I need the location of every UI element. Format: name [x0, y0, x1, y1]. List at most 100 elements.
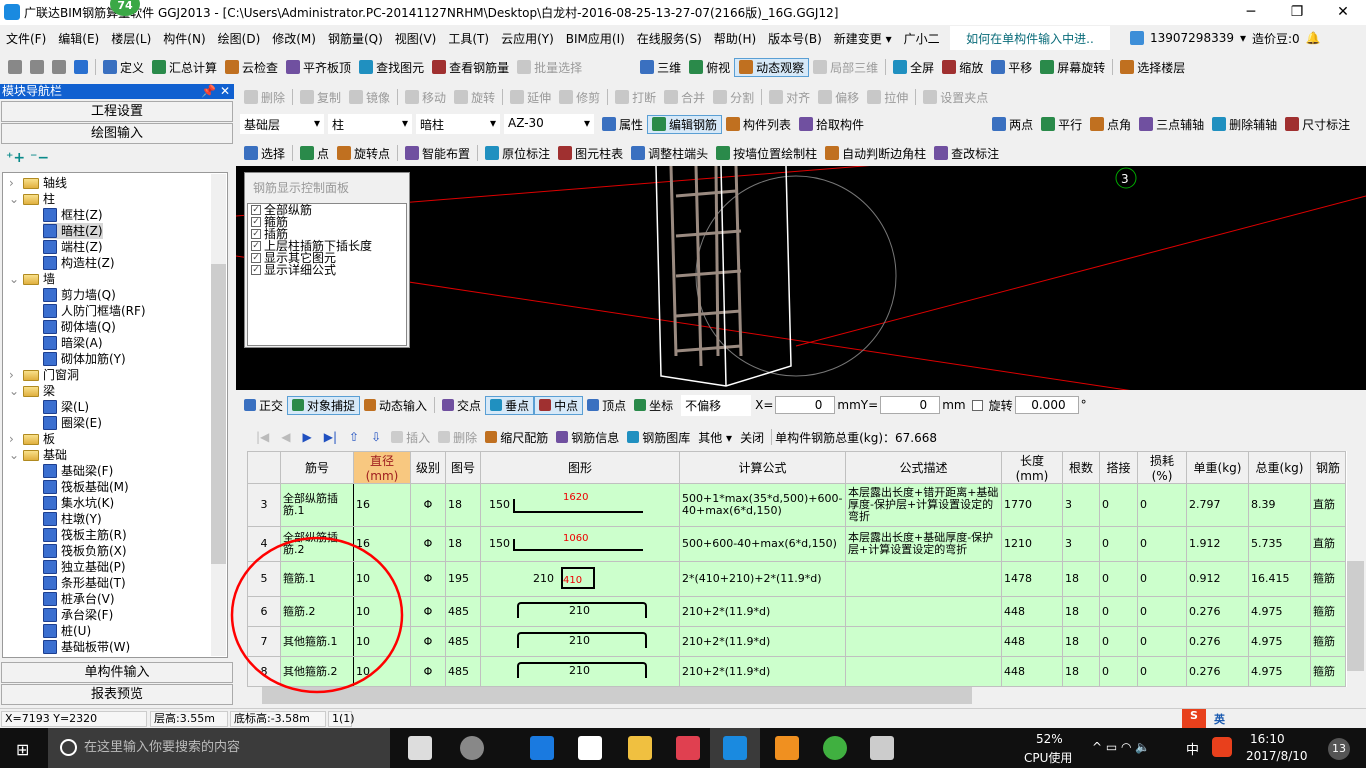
- tray-icons[interactable]: ^ ▭ ◠ 🔈: [1092, 740, 1150, 754]
- toolbar-button[interactable]: 点: [296, 145, 333, 162]
- cell-unit[interactable]: 0.276: [1186, 596, 1249, 627]
- toolbar-button[interactable]: 删除辅轴: [1208, 116, 1281, 133]
- toolbar-button[interactable]: 设置夹点: [919, 89, 992, 106]
- cell-total[interactable]: 8.39: [1248, 483, 1311, 527]
- snap-toggle[interactable]: 垂点: [485, 395, 535, 415]
- first-nav-icon[interactable]: |◀: [256, 430, 269, 444]
- shape-cell[interactable]: 150 1060: [480, 526, 680, 562]
- cell-lap[interactable]: 0: [1099, 656, 1138, 687]
- column-header[interactable]: 计算公式: [679, 451, 846, 484]
- menu-item[interactable]: 版本号(B): [762, 30, 828, 47]
- tree-item-folder[interactable]: ⌄ 梁: [9, 383, 55, 399]
- toolbar-button[interactable]: 偏移: [814, 89, 863, 106]
- up-nav-icon[interactable]: ⇧: [349, 430, 359, 444]
- snap-toggle[interactable]: 正交: [240, 397, 287, 414]
- menu-item[interactable]: 帮助(H): [708, 30, 762, 47]
- edge-icon[interactable]: [530, 736, 554, 760]
- rotate-input[interactable]: 0.000: [1014, 396, 1079, 414]
- menu-item[interactable]: 修改(M): [266, 30, 322, 47]
- table-vscrollbar[interactable]: [1347, 451, 1364, 687]
- menu-item[interactable]: 新建变更 ▾: [828, 30, 898, 47]
- cell-type[interactable]: 直筋: [1310, 526, 1346, 562]
- tree-item-component[interactable]: 基础梁(F): [43, 463, 113, 479]
- report-preview-button[interactable]: 报表预览: [1, 684, 233, 705]
- tree-item-folder[interactable]: › 轴线: [9, 175, 67, 191]
- toolbar-button[interactable]: 修剪: [555, 89, 604, 106]
- store-icon[interactable]: [578, 736, 602, 760]
- menu-item[interactable]: 绘图(D): [212, 30, 267, 47]
- menu-item[interactable]: 云应用(Y): [495, 30, 560, 47]
- cell-grade[interactable]: Φ: [410, 656, 446, 687]
- project-settings-button[interactable]: 工程设置: [1, 101, 233, 122]
- toolbar-button[interactable]: 旋转点: [333, 145, 394, 162]
- chevron-right-icon[interactable]: ›: [9, 367, 19, 383]
- cell-type[interactable]: 直筋: [1310, 483, 1346, 527]
- cell-lap[interactable]: 0: [1099, 626, 1138, 657]
- cell-len[interactable]: 1478: [1001, 561, 1063, 597]
- toolbar-button[interactable]: 批量选择: [513, 59, 586, 76]
- expand-collapse-icons[interactable]: ⁺+ ⁻−: [6, 150, 49, 166]
- tree-item-component[interactable]: 承台梁(F): [43, 607, 113, 623]
- cell-desc[interactable]: 本层露出长度+基础厚度-保护层+计算设置设定的弯折: [845, 526, 1002, 562]
- tree-item-component[interactable]: 砌体加筋(Y): [43, 351, 126, 367]
- tree-item-component[interactable]: 圈梁(E): [43, 415, 102, 431]
- tree-item-component[interactable]: 砌体墙(Q): [43, 319, 116, 335]
- help-tip-link[interactable]: 如何在单构件输入中进..: [950, 26, 1110, 50]
- toolbar-button[interactable]: 对齐: [765, 89, 814, 106]
- cell-formula[interactable]: 2*(410+210)+2*(11.9*d): [679, 561, 846, 597]
- menu-item[interactable]: 在线服务(S): [631, 30, 708, 47]
- toolbar-button[interactable]: 查看钢筋量: [428, 59, 513, 76]
- menu-item[interactable]: BIM应用(I): [560, 30, 631, 47]
- tree-item-component[interactable]: 构造柱(Z): [43, 255, 115, 271]
- toolbar-button[interactable]: 合并: [660, 89, 709, 106]
- cell-len[interactable]: 448: [1001, 656, 1063, 687]
- cell-unit[interactable]: 0.912: [1186, 561, 1249, 597]
- prev-nav-icon[interactable]: ◀: [281, 430, 290, 444]
- ime-indicator[interactable]: 中: [1186, 739, 1199, 758]
- cell-fig[interactable]: 485: [445, 626, 481, 657]
- x-coord-input[interactable]: 0: [775, 396, 836, 414]
- cell-fig[interactable]: 18: [445, 483, 481, 527]
- cell-desc[interactable]: [845, 656, 1002, 687]
- toolbar-button[interactable]: 图元柱表: [554, 145, 627, 162]
- toolbar-button[interactable]: 查改标注: [930, 145, 1003, 162]
- cell-len[interactable]: 1210: [1001, 526, 1063, 562]
- tree-item-component[interactable]: 暗梁(A): [43, 335, 103, 351]
- tree-item-component[interactable]: 柱墩(Y): [43, 511, 102, 527]
- column-header[interactable]: 筋号: [280, 451, 354, 484]
- cell-desc[interactable]: 本层露出长度+错开距离+基础厚度-保护层+计算设置设定的弯折: [845, 483, 1002, 527]
- toolbar-button[interactable]: 云检查: [221, 59, 282, 76]
- cell-type[interactable]: 箍筋: [1310, 626, 1346, 657]
- cell-count[interactable]: 3: [1062, 526, 1100, 562]
- single-component-input-button[interactable]: 单构件输入: [1, 662, 233, 683]
- cell-formula[interactable]: 500+1*max(35*d,500)+600-40+max(6*d,150): [679, 483, 846, 527]
- row-number[interactable]: 3: [247, 483, 281, 527]
- notification-center[interactable]: 13: [1328, 738, 1350, 760]
- clock-time[interactable]: 16:10: [1250, 732, 1285, 746]
- app-icon-5[interactable]: [823, 736, 847, 760]
- checkbox-checked-icon[interactable]: ✓: [251, 265, 261, 275]
- cell-unit[interactable]: 1.912: [1186, 526, 1249, 562]
- tree-item-component[interactable]: 梁(L): [43, 399, 89, 415]
- toolbar-button[interactable]: 旋转: [450, 89, 499, 106]
- close-button[interactable]: ✕: [1320, 0, 1366, 25]
- column-header[interactable]: 总重(kg): [1248, 451, 1311, 484]
- toolbar-button[interactable]: 局部三维: [809, 59, 882, 76]
- tree-item-component[interactable]: 框柱(Z): [43, 207, 103, 223]
- cell-count[interactable]: 3: [1062, 483, 1100, 527]
- column-header[interactable]: 搭接: [1099, 451, 1138, 484]
- tree-item-folder[interactable]: › 门窗洞: [9, 367, 79, 383]
- cell-count[interactable]: 18: [1062, 656, 1100, 687]
- cell-formula[interactable]: 210+2*(11.9*d): [679, 626, 846, 657]
- tree-item-component[interactable]: 人防门框墙(RF): [43, 303, 146, 319]
- toolbar-button[interactable]: 三维: [636, 59, 685, 76]
- clock-date[interactable]: 2017/8/10: [1246, 749, 1308, 763]
- shape-cell[interactable]: 210 410: [480, 561, 680, 597]
- menu-item[interactable]: 构件(N): [157, 30, 211, 47]
- cell-len[interactable]: 448: [1001, 626, 1063, 657]
- tree-item-component[interactable]: 桩(U): [43, 623, 91, 639]
- tree-item-component[interactable]: 暗柱(Z): [43, 223, 103, 239]
- rotate-checkbox[interactable]: [971, 399, 983, 411]
- save-icon[interactable]: [52, 60, 66, 74]
- cell-loss[interactable]: 0: [1137, 626, 1187, 657]
